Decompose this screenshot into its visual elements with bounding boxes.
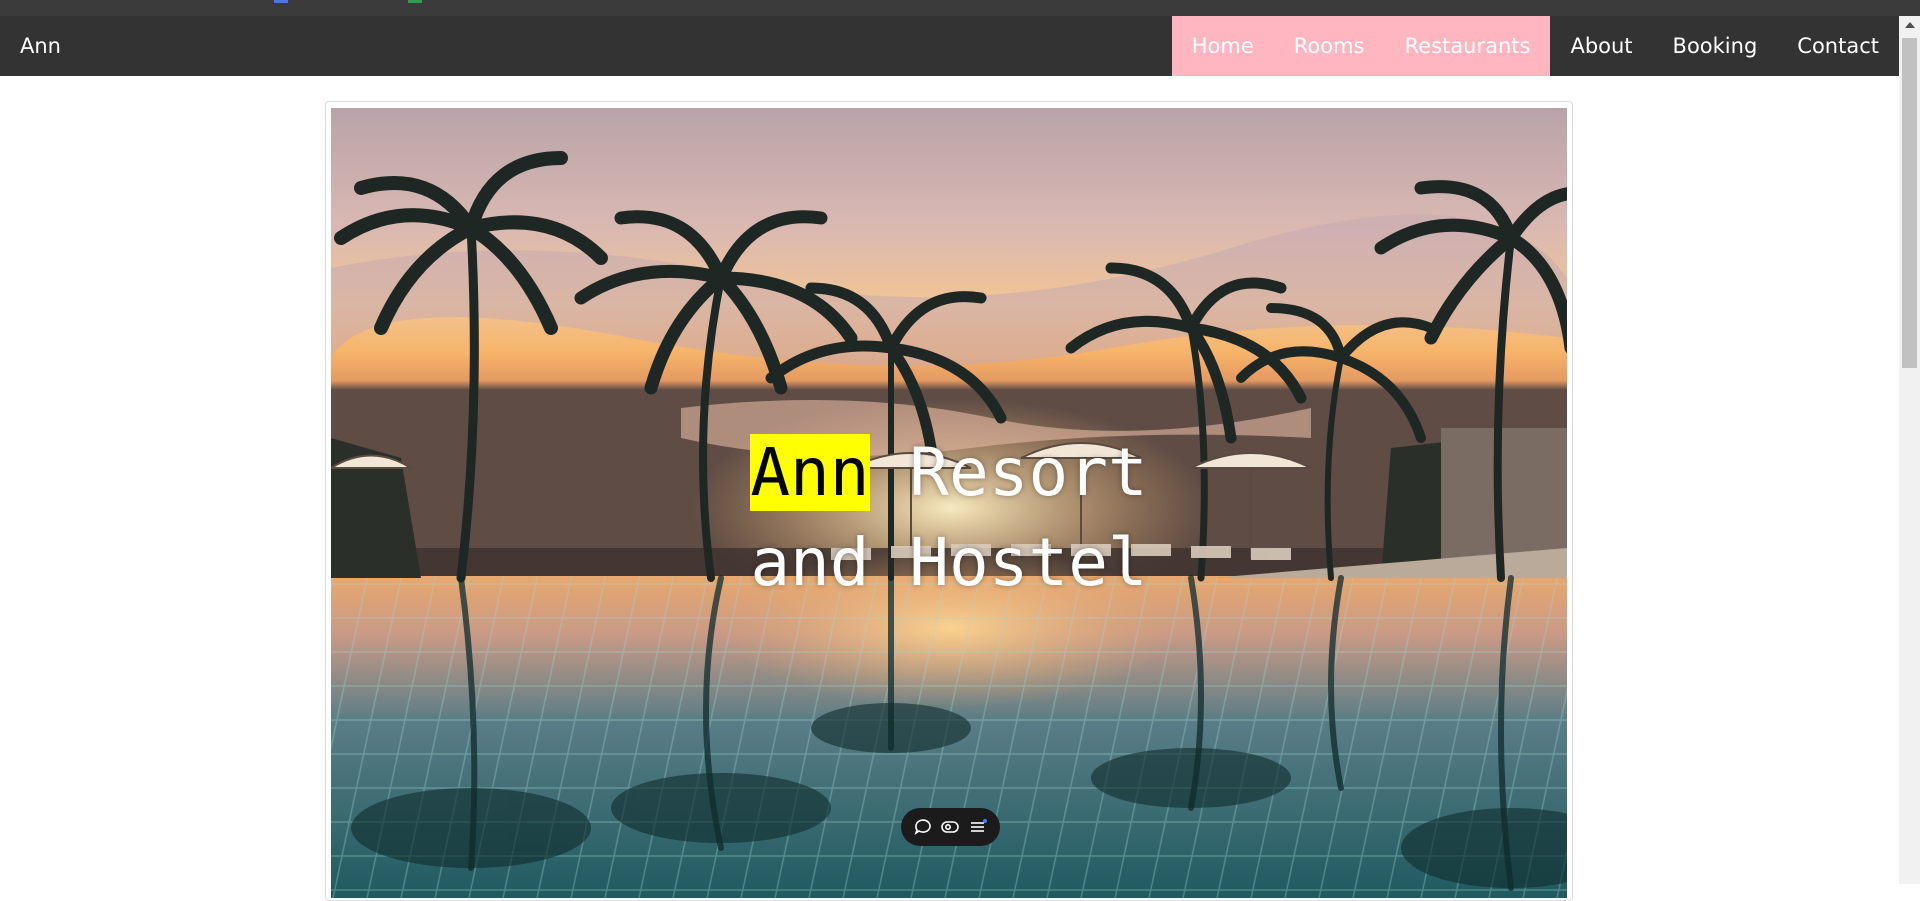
page-scrollbar[interactable] [1899, 16, 1920, 884]
hero-title: Ann Resort and Hostel [331, 428, 1567, 608]
comment-icon[interactable] [913, 817, 933, 837]
navbar: Ann Home Rooms Restaurants About Booking… [0, 16, 1899, 76]
hero-banner: Ann Resort and Hostel [331, 108, 1567, 898]
hero-title-rest: Resort [869, 434, 1148, 511]
scroll-up-arrow-icon[interactable] [1905, 22, 1915, 28]
nav-menu: Home Rooms Restaurants About Booking Con… [1171, 16, 1899, 76]
floating-toolbar [901, 808, 1000, 846]
hero-title-highlight: Ann [750, 434, 870, 511]
scrollbar-thumb[interactable] [1902, 38, 1917, 368]
nav-item-rooms[interactable]: Rooms [1273, 16, 1385, 76]
browser-top-strip [0, 0, 1920, 16]
tab-favicon-blue [274, 0, 288, 3]
nav-item-contact[interactable]: Contact [1777, 16, 1899, 76]
nav-item-restaurants[interactable]: Restaurants [1384, 16, 1551, 76]
tab-favicon-green [408, 0, 422, 3]
nav-item-booking[interactable]: Booking [1653, 16, 1778, 76]
nav-item-home[interactable]: Home [1171, 16, 1274, 76]
hero-title-line2: and Hostel [750, 524, 1148, 601]
eye-icon[interactable] [940, 817, 960, 837]
menu-icon[interactable] [968, 817, 988, 837]
brand-logo[interactable]: Ann [20, 16, 61, 76]
nav-item-about[interactable]: About [1550, 16, 1652, 76]
